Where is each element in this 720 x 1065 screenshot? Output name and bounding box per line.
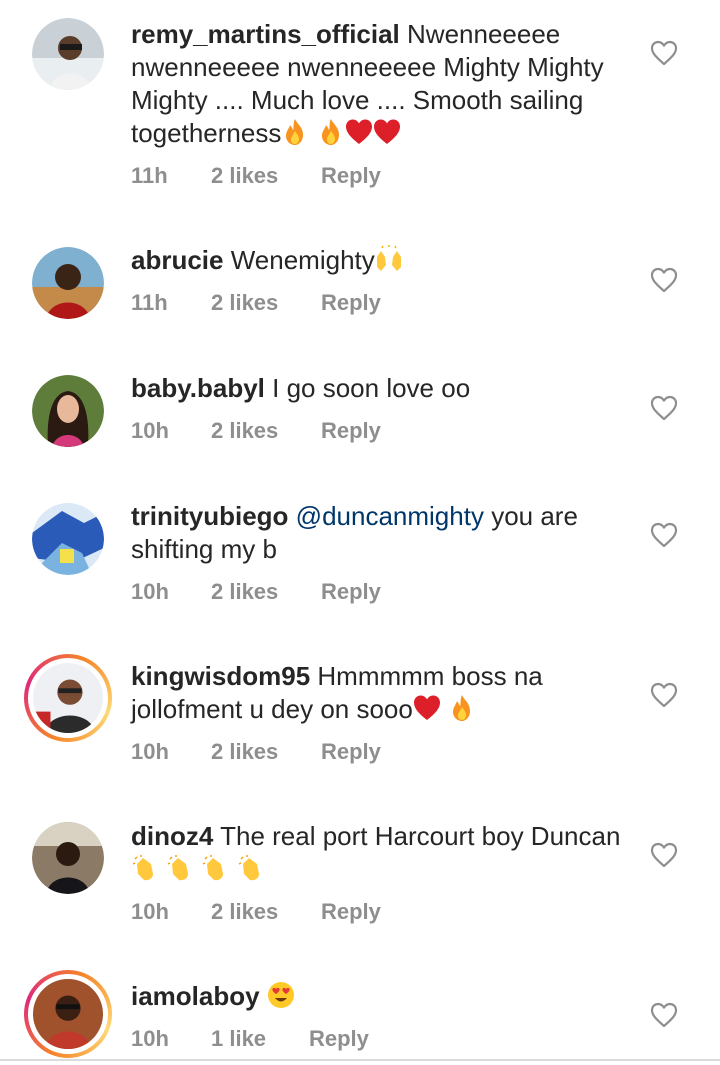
avatar-image <box>32 18 104 90</box>
avatar-story-ring[interactable] <box>24 970 112 1058</box>
comment-time: 10h <box>131 739 169 764</box>
comment-text: dinoz4 The real port Harcourt boy Duncan <box>131 820 636 886</box>
reply-button[interactable]: Reply <box>321 161 381 191</box>
avatar-image <box>32 247 104 319</box>
comment-username[interactable]: kingwisdom95 <box>131 661 310 691</box>
avatar-image <box>33 663 103 733</box>
comment-username[interactable]: remy_martins_official <box>131 19 400 49</box>
comment-username[interactable]: baby.babyl <box>131 373 265 403</box>
fire-emoji <box>317 118 345 146</box>
raising-hands-emoji <box>375 245 403 273</box>
fire-emoji <box>281 118 309 146</box>
heart-outline-icon[interactable] <box>650 842 678 868</box>
comment-time: 11h <box>131 163 168 188</box>
clapping-hands-emoji <box>201 854 229 882</box>
avatar[interactable] <box>32 375 104 447</box>
red-heart-emoji <box>345 118 373 146</box>
comment-time: 10h <box>131 579 169 604</box>
fire-emoji <box>448 694 476 722</box>
divider <box>0 1059 720 1061</box>
comment-text: baby.babyl I go soon love oo <box>131 372 636 405</box>
comment-likes[interactable]: 2 likes <box>211 897 278 927</box>
heart-outline-icon[interactable] <box>650 267 678 293</box>
avatar-image <box>32 822 104 894</box>
reply-button[interactable]: Reply <box>309 1024 369 1054</box>
comment-mention-link[interactable]: @duncanmighty <box>296 501 484 531</box>
comment-time: 10h <box>131 418 169 443</box>
comment-likes[interactable]: 2 likes <box>211 161 278 191</box>
clapping-hands-emoji <box>131 854 159 882</box>
comment-body: The real port Harcourt boy Duncan <box>220 821 621 851</box>
heart-outline-icon[interactable] <box>650 522 678 548</box>
avatar[interactable] <box>32 822 104 894</box>
comment-username[interactable]: iamolaboy <box>131 981 260 1011</box>
comment-likes[interactable]: 2 likes <box>211 577 278 607</box>
comment-text: trinityubiego @duncanmighty you are shif… <box>131 500 636 566</box>
avatar-image <box>33 979 103 1049</box>
reply-button[interactable]: Reply <box>321 288 381 318</box>
comment-likes[interactable]: 2 likes <box>211 288 278 318</box>
avatar[interactable] <box>32 503 104 575</box>
red-heart-emoji <box>373 118 401 146</box>
avatar-image <box>32 375 104 447</box>
comment-likes[interactable]: 2 likes <box>211 416 278 446</box>
comment-likes[interactable]: 2 likes <box>211 737 278 767</box>
avatar-story-ring[interactable] <box>24 654 112 742</box>
comment-username[interactable]: dinoz4 <box>131 821 213 851</box>
avatar-image <box>32 503 104 575</box>
comment-body: I go soon love oo <box>272 373 471 403</box>
reply-button[interactable]: Reply <box>321 897 381 927</box>
heart-outline-icon[interactable] <box>650 1002 678 1028</box>
comment-time: 10h <box>131 1026 169 1051</box>
comment-likes[interactable]: 1 like <box>211 1024 266 1054</box>
comment-text: abrucie Wenemighty <box>131 244 636 277</box>
heart-outline-icon[interactable] <box>650 395 678 421</box>
comment-time: 11h <box>131 290 168 315</box>
comment-time: 10h <box>131 899 169 924</box>
clapping-hands-emoji <box>237 854 265 882</box>
avatar[interactable] <box>32 18 104 90</box>
comment-text: kingwisdom95 Hmmmmm boss na jollofment u… <box>131 660 636 726</box>
comment-text: remy_martins_official Nwenneeeee nwennee… <box>131 18 636 150</box>
comment-username[interactable]: trinityubiego <box>131 501 288 531</box>
avatar[interactable] <box>32 247 104 319</box>
reply-button[interactable]: Reply <box>321 577 381 607</box>
reply-button[interactable]: Reply <box>321 416 381 446</box>
clapping-hands-emoji <box>166 854 194 882</box>
red-heart-emoji <box>413 694 441 722</box>
heart-outline-icon[interactable] <box>650 682 678 708</box>
comment-text: iamolaboy <box>131 980 636 1013</box>
comment-body: Wenemighty <box>230 245 375 275</box>
heart-outline-icon[interactable] <box>650 40 678 66</box>
reply-button[interactable]: Reply <box>321 737 381 767</box>
comment-username[interactable]: abrucie <box>131 245 224 275</box>
heart-eyes-emoji <box>267 981 295 1009</box>
